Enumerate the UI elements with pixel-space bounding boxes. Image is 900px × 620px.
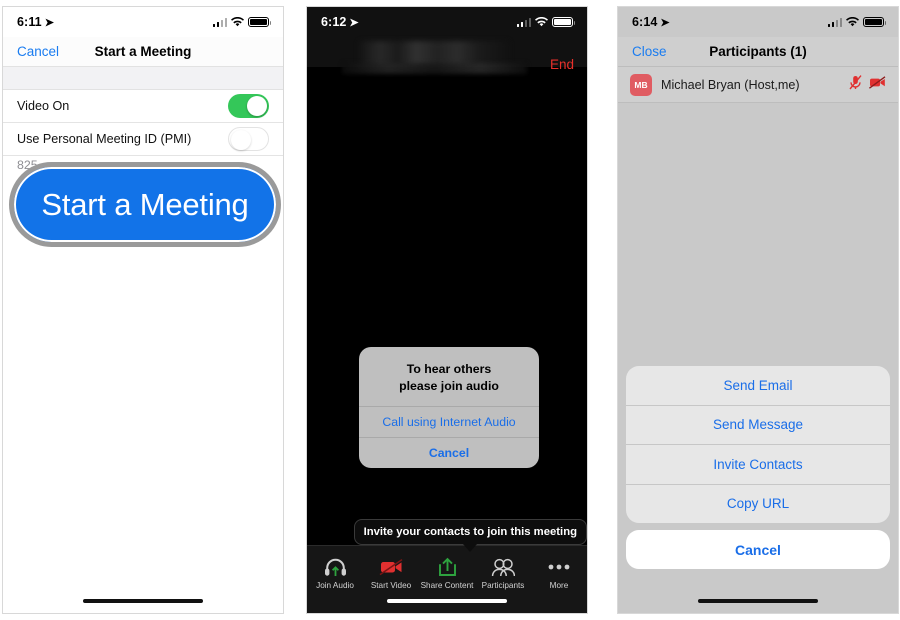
battery-icon	[552, 16, 576, 28]
setting-row-pmi[interactable]: Use Personal Meeting ID (PMI)	[3, 123, 283, 156]
action-sheet-group: Send Email Send Message Invite Contacts …	[626, 366, 890, 523]
start-a-meeting-button[interactable]: Start a Meeting	[9, 162, 281, 247]
people-icon	[491, 556, 515, 578]
invite-contacts-tooltip: Invite your contacts to join this meetin…	[353, 519, 587, 552]
status-bar-time-group: 6:12 ➤	[321, 15, 359, 29]
home-indicator	[698, 599, 818, 603]
toolbar-label-share-content: Share Content	[420, 581, 474, 590]
toggle-knob	[231, 130, 251, 150]
section-gap	[3, 67, 283, 90]
action-copy-url[interactable]: Copy URL	[626, 483, 890, 524]
status-bar: 6:11 ➤	[3, 7, 283, 37]
status-bar: 6:12 ➤	[307, 7, 587, 37]
end-meeting-button[interactable]: End	[550, 57, 574, 72]
toolbar-item-start-video[interactable]: Start Video	[363, 556, 419, 590]
pmi-toggle[interactable]	[228, 127, 269, 151]
video-off-icon	[379, 556, 404, 578]
participant-row[interactable]: MB Michael Bryan (Host,me)	[618, 67, 898, 103]
status-bar-time: 6:12	[321, 15, 347, 29]
toggle-knob	[247, 96, 267, 116]
toolbar-item-more[interactable]: More	[531, 556, 587, 590]
start-a-meeting-button-label: Start a Meeting	[41, 186, 249, 222]
avatar: MB	[630, 73, 652, 96]
home-indicator	[83, 599, 203, 603]
location-arrow-icon: ➤	[349, 16, 359, 29]
ellipsis-icon	[547, 556, 571, 578]
status-bar-time: 6:11	[17, 15, 42, 29]
panel1-body: 6:11 ➤ Cancel Start a Meeting Video On U…	[3, 7, 283, 613]
phone-panel-participants: 6:14 ➤ Close Participants (1) MB Michael…	[617, 6, 899, 614]
navigation-bar: Close Participants (1)	[618, 37, 898, 67]
setting-row-video-on[interactable]: Video On	[3, 90, 283, 123]
toolbar-label-join-audio: Join Audio	[316, 581, 354, 590]
action-sheet-cancel-button[interactable]: Cancel	[626, 530, 890, 569]
location-arrow-icon: ➤	[660, 16, 670, 29]
meeting-video-stage: To hear others please join audio Call us…	[307, 97, 587, 613]
status-bar-indicators	[516, 16, 576, 28]
join-audio-dialog: To hear others please join audio Call us…	[359, 347, 539, 469]
participant-name: Michael Bryan (Host,me)	[661, 77, 800, 92]
wifi-icon	[231, 17, 244, 27]
status-bar-indicators	[212, 16, 272, 28]
wifi-icon	[535, 17, 548, 27]
dialog-message-line1: To hear others	[406, 362, 492, 376]
toolbar-label-more: More	[549, 581, 569, 590]
status-bar-time-group: 6:11 ➤	[17, 15, 54, 29]
toolbar-item-join-audio[interactable]: Join Audio	[307, 556, 363, 590]
status-bar: 6:14 ➤	[618, 7, 898, 37]
action-invite-contacts[interactable]: Invite Contacts	[626, 444, 890, 484]
phone-panel-in-meeting: 6:12 ➤ End To hear others please join au…	[306, 6, 588, 614]
status-bar-time: 6:14	[632, 15, 658, 29]
video-off-icon[interactable]	[869, 75, 886, 94]
wifi-icon	[846, 17, 859, 27]
phone-panel-start-a-meeting: 6:11 ➤ Cancel Start a Meeting Video On U…	[2, 6, 284, 614]
close-button[interactable]: Close	[632, 44, 667, 59]
invite-action-sheet: Send Email Send Message Invite Contacts …	[626, 366, 890, 569]
setting-label-video-on: Video On	[17, 99, 70, 113]
status-bar-indicators	[827, 16, 887, 28]
signal-bars-icon	[212, 17, 227, 27]
video-on-toggle[interactable]	[228, 94, 269, 118]
toolbar-label-participants: Participants	[481, 581, 525, 590]
redacted-meeting-subtitle	[342, 63, 527, 74]
dialog-cancel-button[interactable]: Cancel	[359, 437, 539, 468]
navigation-bar: Cancel Start a Meeting	[3, 37, 283, 67]
participant-status-icons	[849, 74, 886, 95]
battery-icon	[863, 16, 887, 28]
setting-label-pmi: Use Personal Meeting ID (PMI)	[17, 132, 192, 146]
dialog-message: To hear others please join audio	[359, 347, 539, 406]
toolbar-label-start-video: Start Video	[370, 581, 412, 590]
battery-icon	[248, 16, 272, 28]
dialog-message-line2: please join audio	[399, 378, 499, 393]
location-arrow-icon: ➤	[44, 16, 55, 29]
home-indicator	[387, 599, 507, 603]
toolbar-item-share-content[interactable]: Share Content	[419, 556, 475, 590]
meeting-top-bar: 6:12 ➤ End	[307, 7, 587, 74]
toolbar-item-participants[interactable]: Participants	[475, 556, 531, 590]
status-bar-time-group: 6:14 ➤	[632, 15, 670, 29]
action-send-message[interactable]: Send Message	[626, 404, 890, 445]
screenshot-stage: 6:11 ➤ Cancel Start a Meeting Video On U…	[0, 0, 900, 620]
share-up-icon	[438, 556, 457, 578]
cancel-button[interactable]: Cancel	[17, 44, 59, 59]
call-using-internet-audio-button[interactable]: Call using Internet Audio	[359, 406, 539, 437]
mic-muted-icon[interactable]	[849, 74, 862, 95]
headphones-icon	[324, 556, 347, 578]
signal-bars-icon	[827, 17, 842, 27]
action-send-email[interactable]: Send Email	[626, 366, 890, 405]
signal-bars-icon	[516, 17, 531, 27]
